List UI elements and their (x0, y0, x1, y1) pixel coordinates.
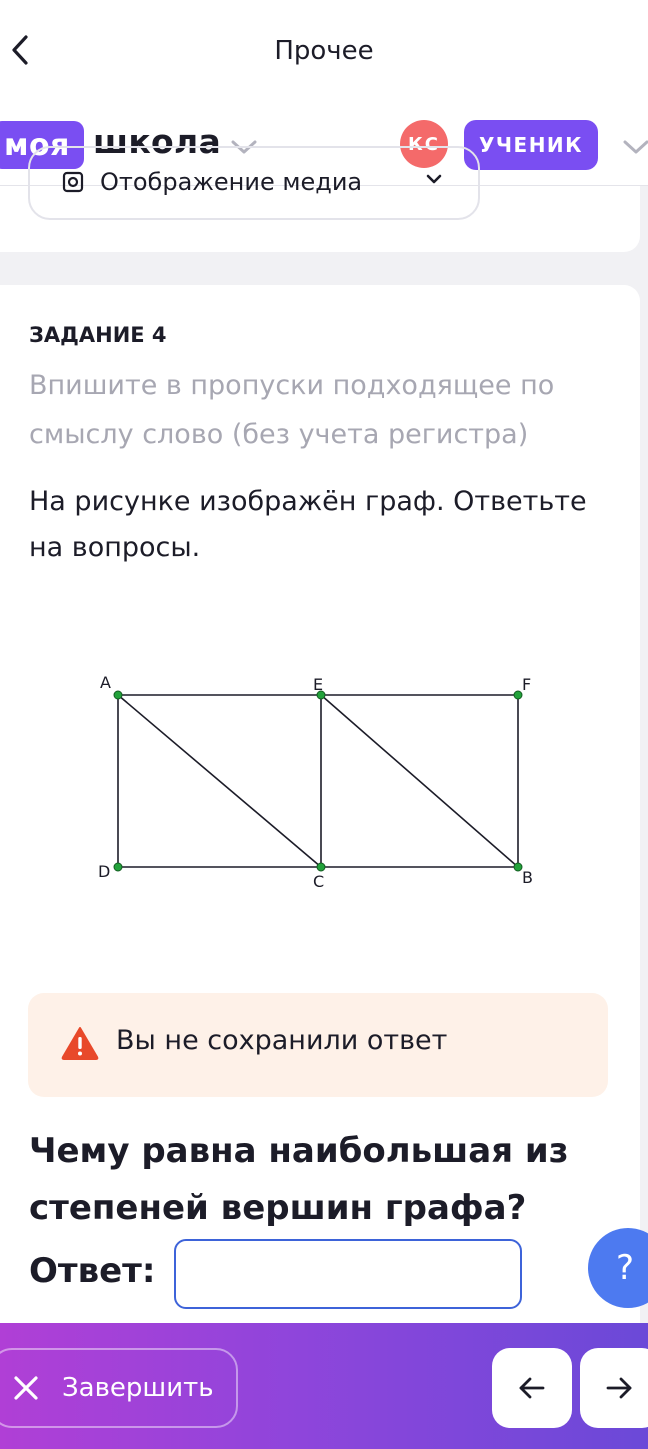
task-card: ЗАДАНИЕ 4 Впишите в пропуски подходящее … (0, 285, 640, 1345)
edge-ac (117, 694, 322, 868)
media-card: Отображение медиа (0, 146, 640, 252)
graph-figure: A E F D C B (98, 673, 533, 891)
close-icon (14, 1376, 38, 1400)
warning-triangle-icon (61, 1027, 99, 1060)
vertex-label-f: F (522, 675, 531, 694)
vertex-c (316, 862, 326, 872)
answer-label: Ответ: (29, 1251, 156, 1291)
prev-button[interactable] (492, 1348, 572, 1428)
unsaved-warning: Вы не сохранили ответ (28, 993, 608, 1097)
vertex-label-c: C (313, 872, 324, 891)
task-number: ЗАДАНИЕ 4 (29, 323, 167, 347)
task-hint: Впишите в пропуски подходящее по смыслу … (29, 370, 555, 450)
vertex-label-b: B (522, 868, 533, 887)
arrow-right-icon (606, 1377, 632, 1399)
bottom-bar: Завершить (0, 1323, 648, 1449)
help-icon: ? (616, 1248, 635, 1288)
media-settings-icon (62, 171, 84, 193)
vertex-label-e: E (313, 675, 323, 694)
vertex-b (513, 862, 523, 872)
chevron-down-icon (426, 174, 442, 184)
finish-button[interactable]: Завершить (0, 1348, 238, 1428)
warning-text: Вы не сохранили ответ (116, 1025, 448, 1056)
vertex-label-a: A (100, 673, 111, 692)
vertex-f (513, 690, 523, 700)
vertex-d (113, 862, 123, 872)
vertex-a (113, 690, 123, 700)
edge-eb (320, 694, 519, 868)
answer-input[interactable] (174, 1239, 522, 1309)
chevron-down-icon[interactable] (622, 138, 648, 156)
page-title: Прочее (274, 36, 374, 66)
question-text: Чему равна наибольшая из степеней вершин… (29, 1131, 569, 1228)
top-bar: Прочее (0, 0, 648, 100)
vertex-label-d: D (98, 862, 110, 881)
finish-label: Завершить (62, 1373, 214, 1403)
media-display-select[interactable]: Отображение медиа (28, 146, 480, 220)
next-button[interactable] (580, 1348, 648, 1428)
role-badge[interactable]: УЧЕНИК (464, 120, 598, 170)
arrow-left-icon (519, 1377, 545, 1399)
task-text: На рисунке изображён граф. Ответьте на в… (29, 486, 587, 563)
media-display-label: Отображение медиа (100, 168, 363, 196)
